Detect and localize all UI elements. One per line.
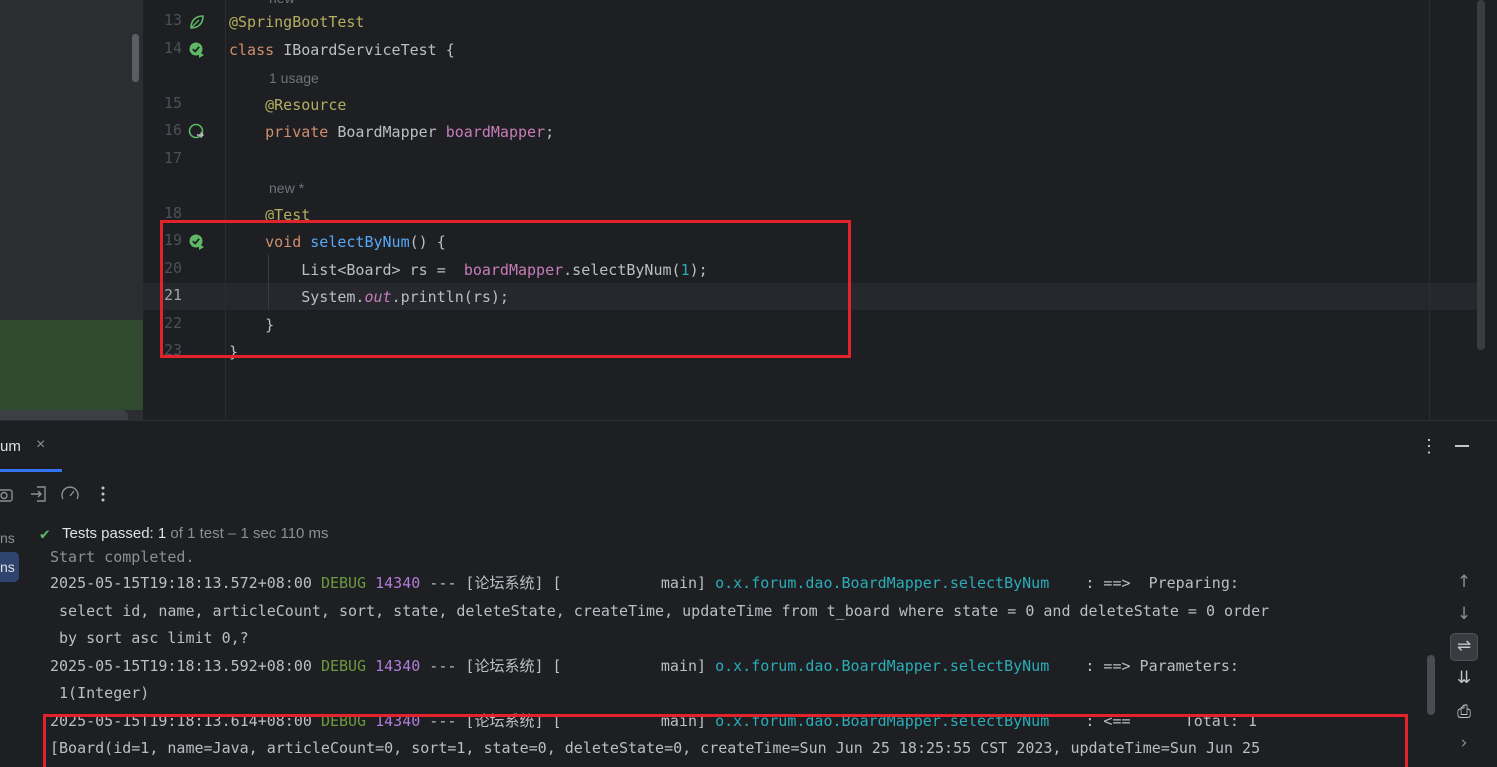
- log-message: : ==> Parameters:: [1049, 657, 1239, 675]
- test-passed-icon: ✔: [40, 524, 50, 543]
- line-number[interactable]: 17: [150, 149, 182, 167]
- console-scrollbar[interactable]: [1427, 655, 1435, 715]
- scroll-to-end-icon[interactable]: ⇊: [1452, 666, 1476, 690]
- test-status: Tests passed: 1 of 1 test – 1 sec 110 ms: [62, 525, 329, 542]
- log-level: DEBUG: [320, 657, 367, 675]
- console-line: Start completed.: [50, 546, 195, 568]
- line-number[interactable]: 16: [150, 121, 182, 139]
- print-icon[interactable]: ⎙: [1452, 700, 1476, 724]
- code-token: BoardMapper: [337, 123, 446, 141]
- project-panel-footer: [0, 410, 128, 420]
- code-token: boardMapper: [445, 123, 546, 141]
- scroll-up-icon[interactable]: ↑: [1452, 570, 1476, 594]
- right-margin-guide: [1429, 0, 1430, 420]
- code-token: private: [229, 123, 338, 141]
- code-line[interactable]: @Resource: [229, 94, 346, 116]
- log-text: Start completed.: [50, 548, 195, 566]
- active-tab-indicator: [0, 469, 62, 472]
- close-icon[interactable]: ×: [36, 436, 45, 454]
- console-line: 2025-05-15T19:18:13.572+08:00 DEBUG 1434…: [50, 572, 1239, 594]
- expand-icon[interactable]: ›: [1452, 731, 1476, 755]
- console-highlight-box: [43, 714, 1408, 767]
- editor-scrollbar[interactable]: [1477, 0, 1485, 350]
- log-logger: o.x.forum.dao.BoardMapper.selectByNum: [715, 574, 1050, 592]
- log-thread: --- [论坛系统] [ main]: [420, 574, 716, 592]
- more-options-icon[interactable]: ⋮: [1420, 436, 1438, 457]
- inlay-hint-usage[interactable]: 1 usage: [269, 70, 319, 86]
- project-panel-scrollbar[interactable]: [132, 34, 139, 82]
- log-thread: --- [论坛系统] [ main]: [420, 657, 716, 675]
- code-token: IBoardServiceTest {: [283, 41, 455, 59]
- soft-wrap-icon[interactable]: ⇌: [1452, 634, 1476, 658]
- inlay-hint-new: new: [269, 0, 295, 6]
- log-timestamp: 2025-05-15T19:18:13.572+08:00: [50, 574, 312, 592]
- editor-highlight-box: [160, 220, 851, 358]
- spring-leaf-icon[interactable]: [188, 13, 206, 31]
- log-text: 1(Integer): [50, 684, 150, 702]
- code-line[interactable]: private BoardMapper boardMapper;: [229, 121, 554, 143]
- log-text: by sort asc limit 0,?: [50, 629, 249, 647]
- bean-navigation-icon[interactable]: [188, 123, 206, 141]
- code-token: class: [229, 41, 284, 59]
- scroll-down-icon[interactable]: ↓: [1452, 602, 1476, 626]
- run-tab-label[interactable]: um: [0, 438, 21, 455]
- status-passed-label: Tests passed:: [62, 525, 158, 542]
- log-pid: 14340: [375, 657, 421, 675]
- code-line[interactable]: @SpringBootTest: [229, 11, 364, 33]
- camera-icon[interactable]: [0, 484, 14, 504]
- log-text: select id, name, articleCount, sort, sta…: [50, 602, 1270, 620]
- code-token: @Resource: [229, 96, 347, 114]
- gauge-icon[interactable]: [60, 484, 80, 504]
- run-test-passed-icon[interactable]: [188, 41, 206, 59]
- line-number[interactable]: 14: [150, 39, 182, 57]
- log-level: DEBUG: [320, 574, 367, 592]
- console-line: 1(Integer): [50, 682, 149, 704]
- code-token: ;: [545, 123, 555, 141]
- inlay-hint-new-star[interactable]: new *: [269, 180, 304, 196]
- code-token: @SpringBootTest: [229, 13, 365, 31]
- line-number[interactable]: 13: [150, 11, 182, 29]
- more-vertical-icon[interactable]: [93, 484, 113, 504]
- code-line[interactable]: class IBoardServiceTest {: [229, 39, 455, 61]
- line-number[interactable]: 15: [150, 94, 182, 112]
- selected-file-highlight: [0, 320, 143, 410]
- console-line: select id, name, articleCount, sort, sta…: [50, 600, 1269, 622]
- console-line: by sort asc limit 0,?: [50, 627, 249, 649]
- console-line: 2025-05-15T19:18:13.592+08:00 DEBUG 1434…: [50, 655, 1239, 677]
- test-tree-item[interactable]: ns: [0, 530, 15, 546]
- log-timestamp: 2025-05-15T19:18:13.592+08:00: [50, 657, 312, 675]
- minimize-icon[interactable]: [1455, 445, 1469, 447]
- status-count: 1: [157, 525, 167, 542]
- import-icon[interactable]: [29, 484, 49, 504]
- log-message: : ==> Preparing:: [1049, 574, 1239, 592]
- test-tree-item-selected[interactable]: ns: [0, 559, 15, 575]
- log-pid: 14340: [375, 574, 421, 592]
- log-logger: o.x.forum.dao.BoardMapper.selectByNum: [715, 657, 1050, 675]
- status-detail: of 1 test – 1 sec 110 ms: [166, 525, 329, 542]
